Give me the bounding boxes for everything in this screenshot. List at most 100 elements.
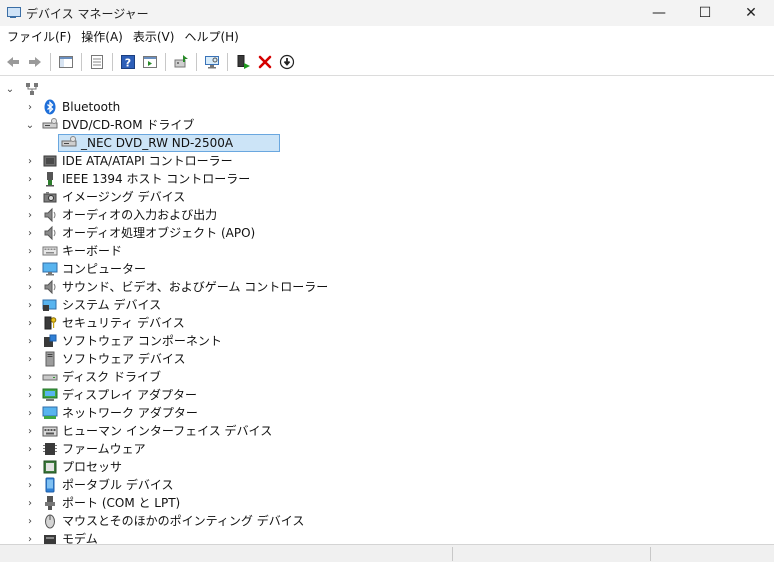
mouse-icon xyxy=(42,513,58,529)
chevron-right-icon[interactable]: › xyxy=(24,530,36,545)
update-driver-icon[interactable] xyxy=(171,52,191,72)
back-icon[interactable] xyxy=(3,52,23,72)
chevron-right-icon[interactable]: › xyxy=(24,224,36,242)
tree-node[interactable]: › モデム xyxy=(24,530,98,544)
forward-icon[interactable] xyxy=(25,52,45,72)
tree-node-label: プロセッサ xyxy=(62,460,123,474)
system-device-icon xyxy=(42,297,58,313)
ide-controller-icon xyxy=(42,153,58,169)
device-tree[interactable]: ⌄ › Bluetooth ⌄ DVD/CD-ROM ドライブ _NEC DVD_RW … xyxy=(0,77,774,544)
tree-node[interactable]: › ヒューマン インターフェイス デバイス xyxy=(24,422,272,440)
toolbar-separator xyxy=(112,52,113,71)
chevron-right-icon[interactable]: › xyxy=(24,242,36,260)
chevron-right-icon[interactable]: › xyxy=(24,98,36,116)
software-component-icon xyxy=(42,333,58,349)
help-icon[interactable]: ? xyxy=(118,52,138,72)
menu-bar: ファイル(F) 操作(A) 表示(V) ヘルプ(H) xyxy=(0,26,774,48)
menu-help[interactable]: ヘルプ(H) xyxy=(179,26,243,48)
close-button[interactable]: ✕ xyxy=(728,0,774,26)
tree-node-label: ソフトウェア コンポーネント xyxy=(62,334,222,348)
tree-node[interactable]: › ポータブル デバイス xyxy=(24,476,173,494)
hid-icon xyxy=(42,423,58,439)
uninstall-icon[interactable] xyxy=(255,52,275,72)
status-bar-divider xyxy=(650,547,651,561)
maximize-button[interactable]: ☐ xyxy=(682,0,728,26)
tree-node[interactable]: › ポート (COM と LPT) xyxy=(24,494,180,512)
tree-node-label: ソフトウェア デバイス xyxy=(62,352,186,366)
tree-node-label: ファームウェア xyxy=(62,442,146,456)
device-label: _NEC DVD_RW ND-2500A xyxy=(81,136,234,150)
camera-icon xyxy=(42,189,58,205)
tree-node[interactable]: › サウンド、ビデオ、およびゲーム コントローラー xyxy=(24,278,328,296)
tree-node[interactable]: › ソフトウェア デバイス xyxy=(24,350,185,368)
tree-node[interactable]: › セキュリティ デバイス xyxy=(24,314,185,332)
chevron-right-icon[interactable]: › xyxy=(24,188,36,206)
selected-device[interactable]: _NEC DVD_RW ND-2500A xyxy=(58,134,280,152)
chevron-down-icon[interactable]: ⌄ xyxy=(4,80,16,98)
tree-node[interactable]: › マウスとそのほかのポインティング デバイス xyxy=(24,512,304,530)
toolbar-separator xyxy=(81,52,82,71)
menu-file[interactable]: ファイル(F) xyxy=(2,26,76,48)
tree-node[interactable]: › ネットワーク アダプター xyxy=(24,404,198,422)
chevron-right-icon[interactable]: › xyxy=(24,314,36,332)
tree-node[interactable]: › ソフトウェア コンポーネント xyxy=(24,332,222,350)
chevron-right-icon[interactable]: › xyxy=(24,296,36,314)
tree-node[interactable]: › オーディオ処理オブジェクト (APO) xyxy=(24,224,255,242)
chevron-right-icon[interactable]: › xyxy=(24,386,36,404)
network-adapter-icon xyxy=(42,405,58,421)
tree-node[interactable]: › ディスプレイ アダプター xyxy=(24,386,197,404)
tree-node[interactable]: ⌄ DVD/CD-ROM ドライブ xyxy=(24,116,194,134)
disk-drive-icon xyxy=(42,369,58,385)
tree-node[interactable]: › オーディオの入力および出力 xyxy=(24,206,217,224)
device-manager-app-icon xyxy=(6,6,21,20)
chevron-right-icon[interactable]: › xyxy=(24,440,36,458)
chevron-right-icon[interactable]: › xyxy=(24,260,36,278)
download-icon[interactable] xyxy=(277,52,297,72)
status-bar xyxy=(0,544,774,562)
tree-node-label: セキュリティ デバイス xyxy=(62,316,185,330)
properties-icon[interactable] xyxy=(87,52,107,72)
chevron-right-icon[interactable]: › xyxy=(24,458,36,476)
chevron-right-icon[interactable]: › xyxy=(24,332,36,350)
window-controls: — ☐ ✕ xyxy=(636,0,774,26)
minimize-button[interactable]: — xyxy=(636,0,682,26)
firmware-icon xyxy=(42,441,58,457)
chevron-right-icon[interactable]: › xyxy=(24,206,36,224)
tree-node[interactable]: › プロセッサ xyxy=(24,458,122,476)
chevron-right-icon[interactable]: › xyxy=(24,350,36,368)
show-hide-console-tree-icon[interactable] xyxy=(56,52,76,72)
tree-node[interactable]: › イメージング デバイス xyxy=(24,188,185,206)
chevron-right-icon[interactable]: › xyxy=(24,422,36,440)
tree-node[interactable]: › IEEE 1394 ホスト コントローラー xyxy=(24,170,250,188)
scan-hardware-icon[interactable] xyxy=(202,52,222,72)
tree-node[interactable]: › ファームウェア xyxy=(24,440,146,458)
speaker-icon xyxy=(42,225,58,241)
tree-node[interactable]: › コンピューター xyxy=(24,260,146,278)
tree-node[interactable]: › IDE ATA/ATAPI コントローラー xyxy=(24,152,233,170)
tree-node[interactable]: › システム デバイス xyxy=(24,296,161,314)
enable-device-icon[interactable] xyxy=(233,52,253,72)
chevron-right-icon[interactable]: › xyxy=(24,494,36,512)
chevron-right-icon[interactable]: › xyxy=(24,368,36,386)
tree-device-item[interactable]: _NEC DVD_RW ND-2500A xyxy=(58,134,280,152)
chevron-down-icon[interactable]: ⌄ xyxy=(24,116,36,134)
chevron-right-icon[interactable]: › xyxy=(24,152,36,170)
tree-node-label: ネットワーク アダプター xyxy=(62,406,198,420)
chevron-right-icon[interactable]: › xyxy=(24,404,36,422)
tree-node[interactable]: › ディスク ドライブ xyxy=(24,368,161,386)
tree-root[interactable]: ⌄ xyxy=(4,80,44,98)
chevron-right-icon[interactable]: › xyxy=(24,170,36,188)
chevron-right-icon[interactable]: › xyxy=(24,512,36,530)
menu-action[interactable]: 操作(A) xyxy=(76,26,128,48)
tree-node[interactable]: › キーボード xyxy=(24,242,122,260)
tree-node-label: オーディオの入力および出力 xyxy=(62,208,218,222)
speaker-icon xyxy=(42,279,58,295)
menu-view[interactable]: 表示(V) xyxy=(128,26,180,48)
tree-node[interactable]: › Bluetooth xyxy=(24,98,120,116)
tree-node-label: マウスとそのほかのポインティング デバイス xyxy=(62,514,305,528)
action-pane-icon[interactable] xyxy=(140,52,160,72)
chevron-right-icon[interactable]: › xyxy=(24,278,36,296)
window-title: デバイス マネージャー xyxy=(26,6,149,21)
chevron-right-icon[interactable]: › xyxy=(24,476,36,494)
port-icon xyxy=(42,495,58,511)
